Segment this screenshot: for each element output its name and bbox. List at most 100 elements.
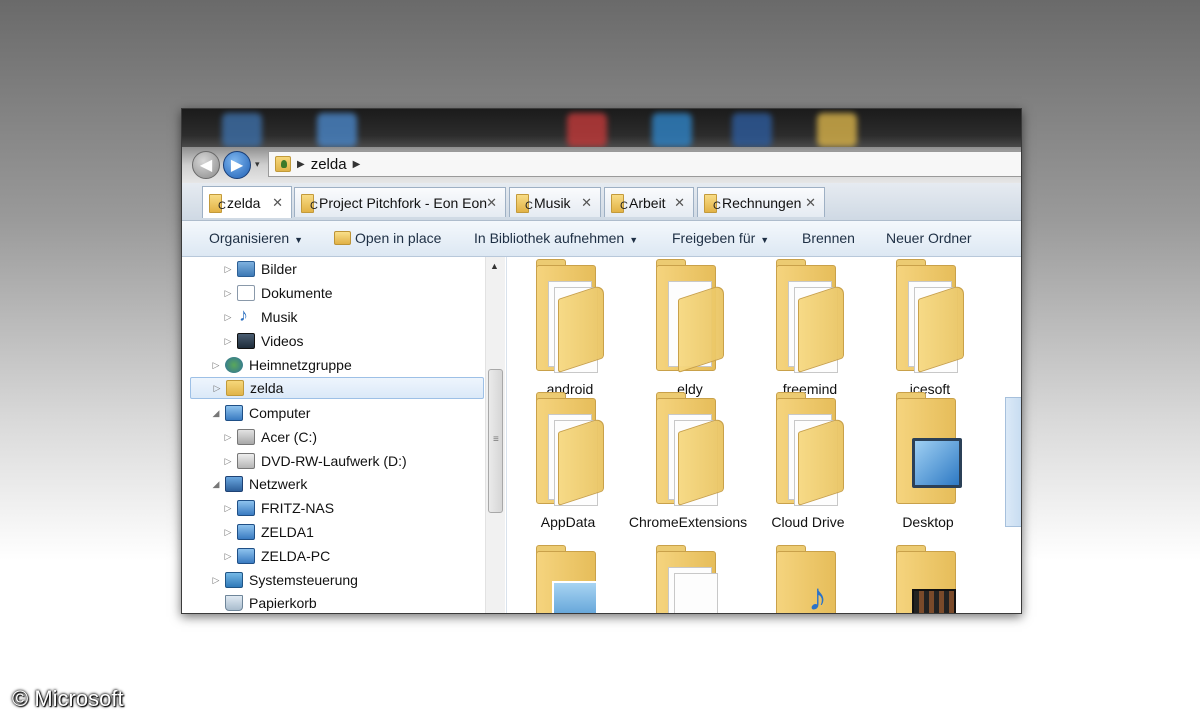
folder-item[interactable]: Desktop bbox=[868, 392, 988, 531]
folder-item[interactable] bbox=[868, 545, 988, 613]
tree-item-computer[interactable]: ◢ Computer bbox=[210, 402, 310, 424]
tree-item-systemsteuerung[interactable]: ▷ Systemsteuerung bbox=[210, 569, 358, 591]
tree-item-dvd-drive[interactable]: ▷ DVD-RW-Laufwerk (D:) bbox=[222, 450, 407, 472]
tree-item-papierkorb[interactable]: Papierkorb bbox=[210, 592, 317, 613]
expand-arrow-icon[interactable]: ▷ bbox=[222, 264, 234, 275]
folder-item[interactable]: AppData bbox=[508, 392, 628, 531]
breadcrumb-separator-icon[interactable]: ▶ bbox=[353, 159, 361, 170]
tab-project-pitchfork[interactable]: Project Pitchfork - Eon Eon ✕ bbox=[294, 187, 506, 217]
explorer-window: ◀ ▶ ▾ ▶ zelda ▶ zelda ✕ Project Pitchfor… bbox=[181, 108, 1022, 614]
folder-item[interactable] bbox=[628, 545, 748, 613]
network-computer-icon bbox=[237, 548, 255, 564]
folder-item[interactable]: ♪ bbox=[748, 545, 868, 613]
forward-button[interactable]: ▶ bbox=[223, 151, 251, 179]
breadcrumb-separator-icon[interactable]: ▶ bbox=[297, 159, 305, 170]
organize-label: Organisieren bbox=[209, 230, 290, 246]
expand-arrow-icon[interactable]: ▷ bbox=[222, 551, 234, 562]
folder-item[interactable]: .icesoft bbox=[868, 259, 988, 398]
tab-strip: zelda ✕ Project Pitchfork - Eon Eon ✕ Mu… bbox=[182, 183, 1021, 221]
expand-arrow-icon[interactable]: ▷ bbox=[222, 503, 234, 514]
organize-button[interactable]: Organisieren ▼ bbox=[209, 230, 303, 246]
music-icon bbox=[237, 305, 255, 326]
computer-icon bbox=[225, 405, 243, 421]
close-tab-icon[interactable]: ✕ bbox=[805, 195, 816, 211]
tree-item-acer-c[interactable]: ▷ Acer (C:) bbox=[222, 426, 317, 448]
homegroup-icon bbox=[225, 357, 243, 373]
folder-name: .eldy bbox=[673, 381, 703, 397]
collapse-arrow-icon[interactable]: ◢ bbox=[210, 408, 222, 419]
expand-arrow-icon[interactable]: ▷ bbox=[222, 312, 234, 323]
collapse-arrow-icon[interactable]: ◢ bbox=[210, 479, 222, 490]
expand-arrow-icon[interactable]: ▷ bbox=[211, 383, 223, 394]
close-tab-icon[interactable]: ✕ bbox=[486, 195, 497, 211]
breadcrumb-item[interactable]: zelda bbox=[311, 156, 347, 173]
folder-item[interactable] bbox=[508, 545, 628, 613]
tab-label: zelda bbox=[227, 194, 261, 211]
tree-item-label: Videos bbox=[261, 333, 304, 349]
scrollbar-thumb[interactable]: ≡ bbox=[488, 369, 503, 513]
history-dropdown-icon[interactable]: ▾ bbox=[255, 159, 260, 170]
tree-item-zelda[interactable]: ▷ zelda bbox=[190, 377, 484, 399]
address-row: ◀ ▶ ▾ ▶ zelda ▶ bbox=[182, 147, 1021, 183]
pictures-folder-icon bbox=[530, 545, 606, 613]
tab-rechnungen[interactable]: Rechnungen ✕ bbox=[697, 187, 825, 217]
expand-arrow-icon[interactable]: ▷ bbox=[222, 432, 234, 443]
back-button[interactable]: ◀ bbox=[192, 151, 220, 179]
documents-folder-icon bbox=[650, 545, 726, 613]
user-folder-icon bbox=[226, 380, 244, 396]
tab-musik[interactable]: Musik ✕ bbox=[509, 187, 601, 217]
burn-button[interactable]: Brennen bbox=[802, 230, 855, 246]
folder-item[interactable]: .eldy bbox=[628, 259, 748, 398]
tree-item-dokumente[interactable]: ▷ Dokumente bbox=[222, 282, 333, 304]
tree-item-zelda1[interactable]: ▷ ZELDA1 bbox=[222, 521, 314, 543]
tree-item-zelda-pc[interactable]: ▷ ZELDA-PC bbox=[222, 545, 330, 567]
network-icon bbox=[225, 476, 243, 492]
share-with-button[interactable]: Freigeben für ▼ bbox=[672, 230, 769, 246]
scroll-up-arrow-icon[interactable]: ▲ bbox=[490, 261, 499, 271]
folder-item[interactable]: ChromeExtensions bbox=[628, 392, 748, 531]
folder-with-files-icon bbox=[530, 259, 606, 377]
recycle-bin-icon bbox=[225, 595, 243, 611]
expand-arrow-icon[interactable]: ▷ bbox=[222, 456, 234, 467]
tree-item-bilder[interactable]: ▷ Bilder bbox=[222, 258, 297, 280]
folder-name: .icesoft bbox=[905, 381, 951, 397]
share-with-label: Freigeben für bbox=[672, 230, 756, 246]
tree-item-heimnetzgruppe[interactable]: ▷ Heimnetzgruppe bbox=[210, 354, 352, 376]
folder-with-files-icon bbox=[650, 392, 726, 510]
tab-arbeit[interactable]: Arbeit ✕ bbox=[604, 187, 694, 217]
user-folder-icon bbox=[275, 156, 291, 172]
folder-tab-icon bbox=[611, 193, 628, 213]
folder-item[interactable]: .android bbox=[508, 259, 628, 398]
tab-zelda[interactable]: zelda ✕ bbox=[202, 186, 292, 218]
open-folder-icon bbox=[334, 231, 351, 245]
address-bar[interactable]: ▶ zelda ▶ bbox=[268, 151, 1021, 177]
include-in-library-button[interactable]: In Bibliothek aufnehmen ▼ bbox=[474, 230, 638, 246]
expand-arrow-icon[interactable]: ▷ bbox=[222, 336, 234, 347]
folder-item[interactable]: .freemind bbox=[748, 259, 868, 398]
tree-item-label: FRITZ-NAS bbox=[261, 500, 335, 516]
content-scrollbar-thumb[interactable] bbox=[1005, 397, 1021, 527]
close-tab-icon[interactable]: ✕ bbox=[674, 195, 685, 211]
close-tab-icon[interactable]: ✕ bbox=[272, 195, 283, 211]
expand-arrow-icon[interactable]: ▷ bbox=[210, 575, 222, 586]
open-in-place-button[interactable]: Open in place bbox=[334, 230, 441, 246]
tree-item-label: ZELDA1 bbox=[261, 524, 314, 540]
tree-item-netzwerk[interactable]: ◢ Netzwerk bbox=[210, 473, 307, 495]
tree-item-musik[interactable]: ▷ Musik bbox=[222, 305, 298, 328]
network-computer-icon bbox=[237, 500, 255, 516]
folder-item[interactable]: Cloud Drive bbox=[748, 392, 868, 531]
close-tab-icon[interactable]: ✕ bbox=[581, 195, 592, 211]
folder-name: .freemind bbox=[778, 381, 838, 397]
navigation-scrollbar[interactable]: ▲ ≡ bbox=[485, 257, 505, 613]
expand-arrow-icon[interactable]: ▷ bbox=[222, 288, 234, 299]
documents-icon bbox=[237, 285, 255, 301]
expand-arrow-icon[interactable]: ▷ bbox=[210, 360, 222, 371]
tree-item-label: ZELDA-PC bbox=[261, 548, 331, 564]
new-folder-button[interactable]: Neuer Ordner bbox=[886, 230, 972, 246]
tree-item-label: Bilder bbox=[261, 261, 297, 277]
tree-item-fritz-nas[interactable]: ▷ FRITZ-NAS bbox=[222, 497, 334, 519]
expand-arrow-icon[interactable]: ▷ bbox=[222, 527, 234, 538]
drive-icon bbox=[237, 429, 255, 445]
tree-item-label: Computer bbox=[249, 405, 311, 421]
tree-item-videos[interactable]: ▷ Videos bbox=[222, 330, 304, 352]
